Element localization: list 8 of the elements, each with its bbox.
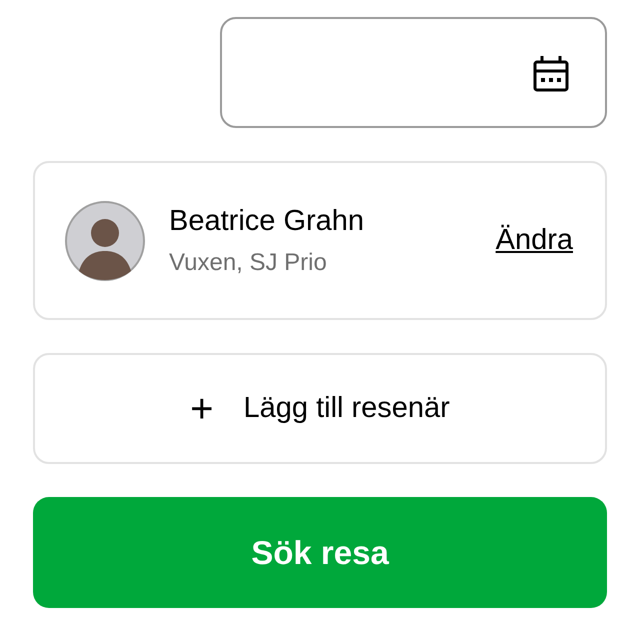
edit-link[interactable]: Ändra [496, 218, 573, 262]
avatar-icon [65, 200, 145, 280]
date-field[interactable] [220, 17, 607, 128]
add-traveler-button[interactable]: + Lägg till resenär [33, 353, 607, 464]
traveler-name: Beatrice Grahn [169, 204, 366, 240]
traveler-details: Vuxen, SJ Prio [169, 248, 328, 278]
calendar-icon [533, 54, 569, 92]
plus-icon: + [190, 388, 214, 428]
